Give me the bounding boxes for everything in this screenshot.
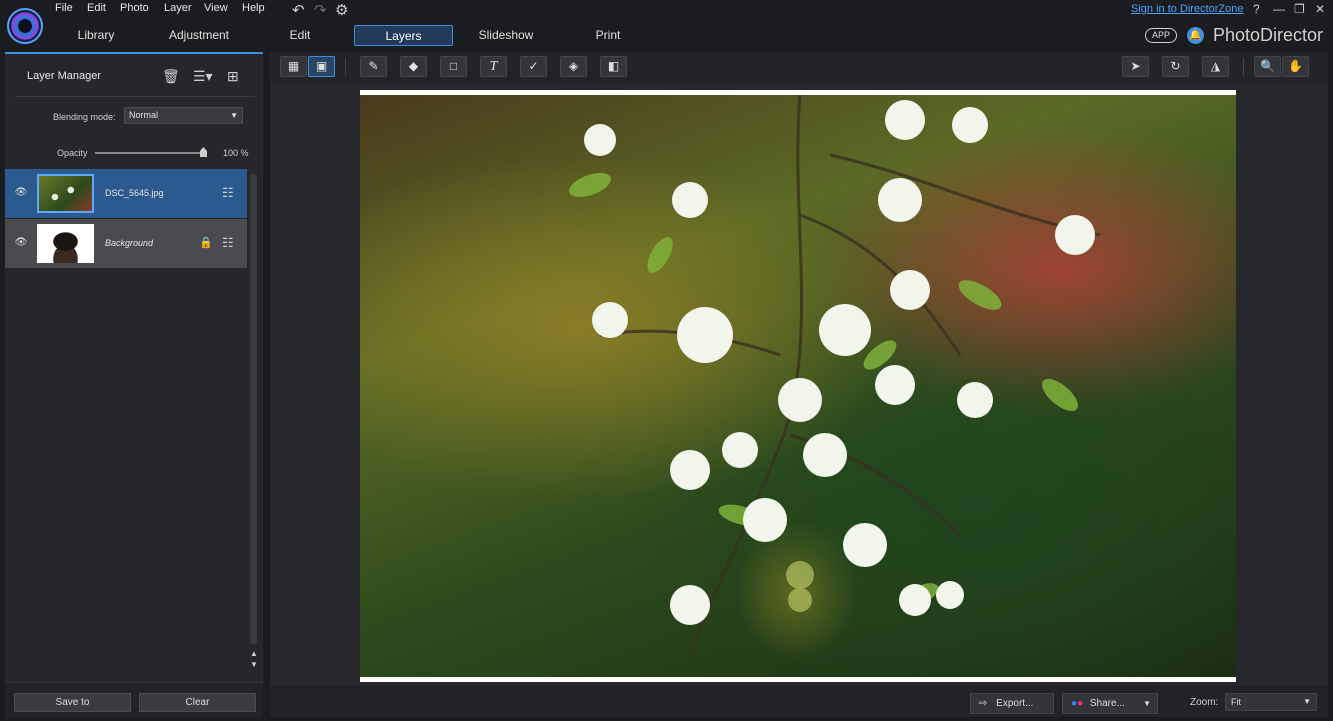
chevron-down-icon[interactable]: ▼	[1143, 694, 1151, 713]
layer-toolbar: ▦ ▣ ✎ ◆ □ T ✓ ◈ ◧ ➤ ↻ ◮ 🔍 ✋	[270, 52, 1328, 82]
share-icon-dot: ●	[1077, 698, 1084, 709]
bottom-bar: ⇨ Export... ●● Share... ▼ Zoom: Fit ▼	[270, 687, 1328, 717]
brush-icon[interactable]: ✎	[360, 56, 387, 77]
close-icon[interactable]: ✕	[1315, 2, 1325, 16]
add-layer-icon[interactable]: ⊞	[227, 68, 239, 85]
menu-help[interactable]: Help	[242, 2, 265, 14]
photodirector-window: File Edit Photo Layer View Help ↶ ↷ ⚙ Li…	[0, 0, 1333, 721]
text-icon[interactable]: T	[480, 56, 507, 77]
divider	[15, 96, 255, 97]
eraser-icon[interactable]: ◆	[400, 56, 427, 77]
layer-list-scrollbar[interactable]	[250, 174, 257, 644]
clear-button[interactable]: Clear	[139, 693, 256, 712]
app-logo-icon[interactable]	[7, 8, 43, 44]
rotate-icon[interactable]: ↻	[1162, 56, 1189, 77]
blending-mode-label: Blending mode:	[53, 112, 116, 122]
gradient-icon[interactable]: ◧	[600, 56, 627, 77]
photo-canvas[interactable]	[360, 90, 1236, 682]
menu-view[interactable]: View	[204, 2, 228, 14]
layer-thumbnail	[37, 224, 94, 263]
tab-print[interactable]: Print	[586, 25, 630, 46]
opacity-value: 100 %	[223, 148, 249, 158]
minimize-icon[interactable]: —	[1273, 2, 1285, 16]
layer-row-dsc[interactable]: 👁 DSC_5645.jpg ☷	[5, 169, 247, 218]
delete-layer-icon[interactable]: 🗑	[162, 68, 180, 85]
layer-row-background[interactable]: 👁 Background 🔒 ☷	[5, 219, 247, 268]
brand-name: PhotoDirector	[1213, 25, 1324, 45]
layer-manager-title: Layer Manager	[27, 70, 101, 82]
layer-name: Background	[105, 238, 154, 248]
tab-adjustment[interactable]: Adjustment	[160, 25, 238, 46]
settings-gear-icon[interactable]: ⚙	[335, 1, 348, 19]
fill-bucket-icon[interactable]: ◈	[560, 56, 587, 77]
opacity-label: Opacity	[57, 148, 88, 158]
layer-thumbnail	[37, 174, 94, 213]
notification-bell-icon[interactable]: 🔔	[1187, 27, 1204, 44]
app-badge-button[interactable]: APP	[1145, 28, 1177, 43]
scroll-down-icon[interactable]: ▼	[250, 660, 258, 669]
photo-flowers-graphic	[569, 95, 1101, 656]
layer-panel-footer: Save to Clear	[5, 682, 263, 719]
dogwood-photo	[360, 95, 1236, 677]
restore-icon[interactable]: ❐	[1294, 2, 1305, 16]
share-label: Share...	[1089, 698, 1125, 709]
scroll-up-icon[interactable]: ▲	[250, 649, 258, 658]
layer-settings-icon[interactable]: ☷	[222, 235, 234, 251]
menu-layer[interactable]: Layer	[164, 2, 192, 14]
export-icon: ⇨	[979, 698, 988, 709]
layer-menu-icon[interactable]: ☰▾	[193, 68, 213, 85]
flip-icon[interactable]: ◮	[1202, 56, 1229, 77]
sign-in-link[interactable]: Sign in to DirectorZone	[1131, 3, 1244, 15]
zoom-value: Fit	[1231, 697, 1241, 707]
export-label: Export...	[996, 698, 1034, 709]
title-bar: File Edit Photo Layer View Help ↶ ↷ ⚙ Li…	[0, 0, 1333, 52]
zoom-label: Zoom:	[1190, 697, 1219, 708]
view-original-icon[interactable]: ▦	[280, 56, 307, 77]
blending-mode-value: Normal	[129, 110, 159, 120]
canvas-area[interactable]	[270, 82, 1328, 686]
opacity-slider-track[interactable]	[95, 152, 207, 154]
zoom-select[interactable]: Fit ▼	[1225, 693, 1317, 711]
divider	[1243, 58, 1244, 76]
menu-photo[interactable]: Photo	[120, 2, 149, 14]
smart-brush-icon[interactable]: ✓	[520, 56, 547, 77]
divider	[345, 58, 346, 76]
save-to-button[interactable]: Save to	[14, 693, 131, 712]
visibility-eye-icon[interactable]: 👁	[14, 187, 28, 198]
visibility-eye-icon[interactable]: 👁	[14, 237, 28, 248]
rectangle-icon[interactable]: □	[440, 56, 467, 77]
menu-file[interactable]: File	[55, 2, 73, 14]
layer-settings-icon[interactable]: ☷	[222, 185, 234, 201]
help-button[interactable]: ?	[1253, 2, 1260, 16]
share-button[interactable]: ●● Share... ▼	[1062, 693, 1158, 714]
undo-icon[interactable]: ↶	[292, 1, 305, 19]
blending-mode-select[interactable]: Normal ▼	[124, 107, 243, 124]
chevron-down-icon: ▼	[1303, 697, 1311, 706]
tab-layers[interactable]: Layers	[354, 25, 453, 46]
chevron-down-icon: ▼	[230, 111, 238, 120]
pan-hand-icon[interactable]: ✋	[1282, 56, 1309, 77]
opacity-slider-thumb[interactable]	[200, 147, 207, 157]
menu-edit[interactable]: Edit	[87, 2, 106, 14]
redo-icon[interactable]: ↷	[314, 1, 327, 19]
tab-slideshow[interactable]: Slideshow	[470, 25, 542, 46]
tab-edit[interactable]: Edit	[278, 25, 322, 46]
select-arrow-icon[interactable]: ➤	[1122, 56, 1149, 77]
lock-icon[interactable]: 🔒	[199, 236, 213, 249]
layer-manager-panel: Layer Manager 🗑 ☰▾ ⊞ Blending mode: Norm…	[5, 52, 263, 719]
export-button[interactable]: ⇨ Export...	[970, 693, 1054, 714]
layer-name: DSC_5645.jpg	[105, 188, 164, 198]
tab-library[interactable]: Library	[68, 25, 124, 46]
zoom-magnifier-icon[interactable]: 🔍	[1254, 56, 1281, 77]
view-layer-icon[interactable]: ▣	[308, 56, 335, 77]
